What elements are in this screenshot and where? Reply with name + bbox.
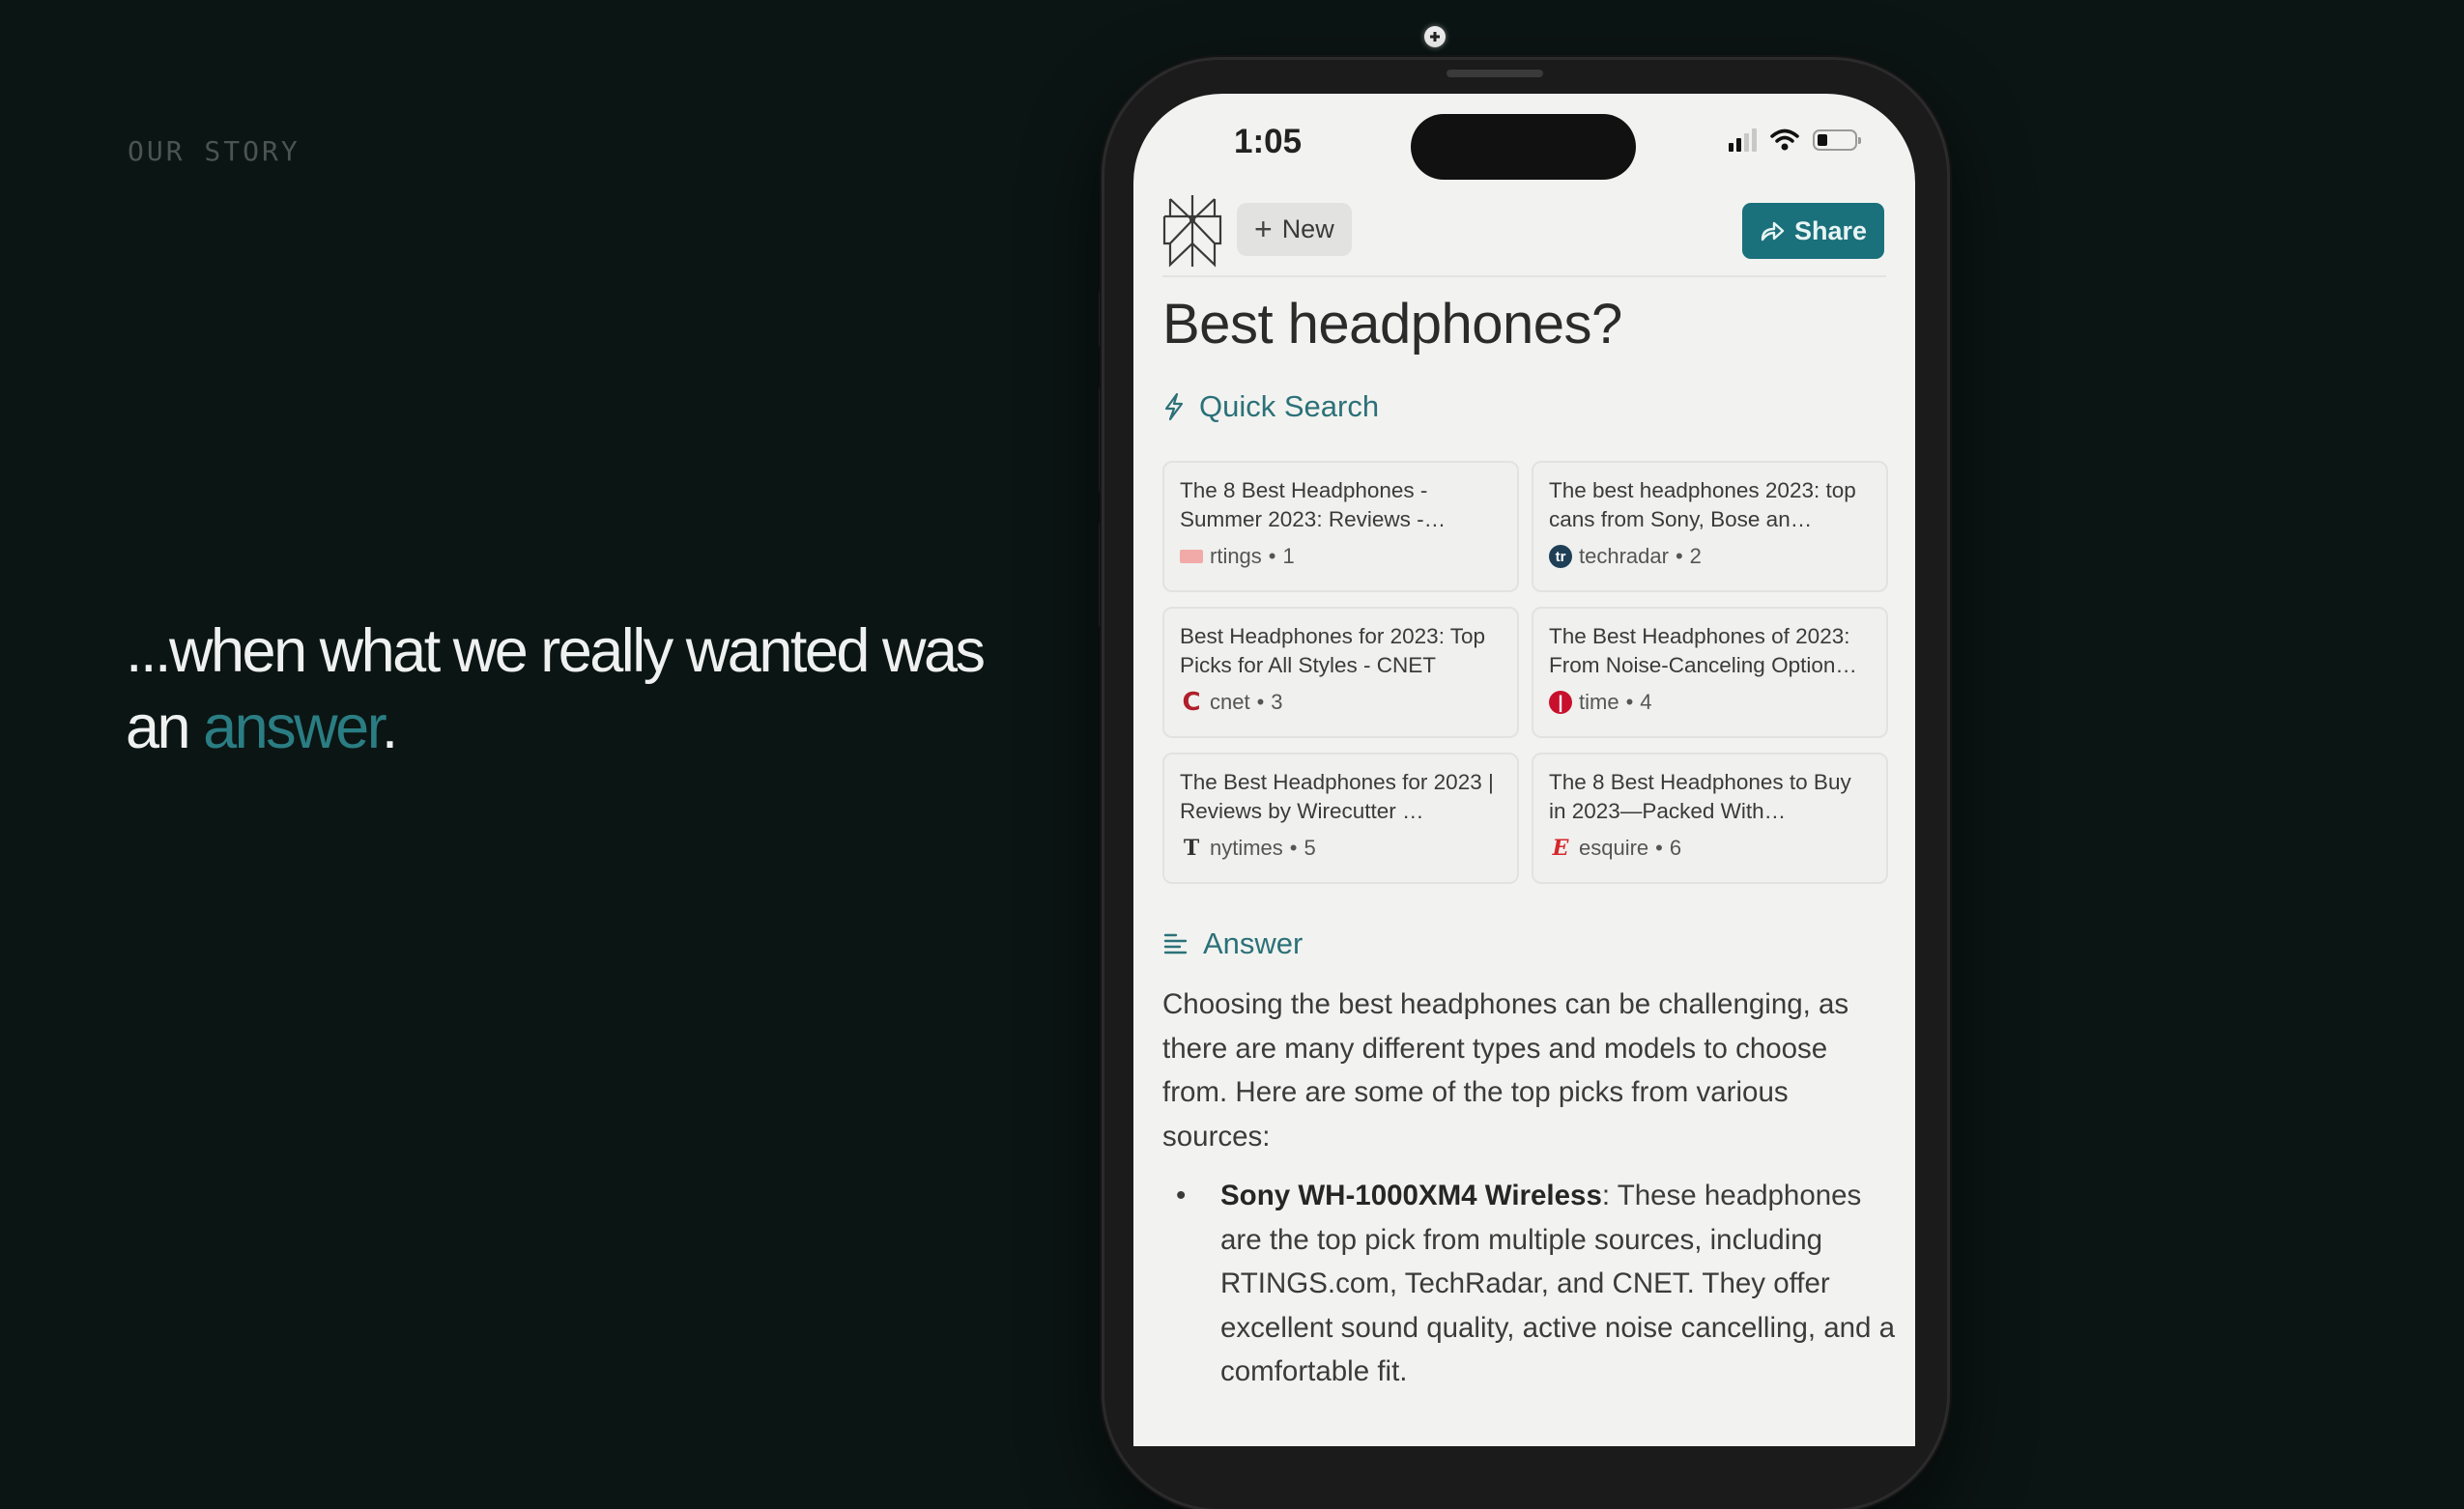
separator-dot: •	[1625, 690, 1634, 714]
techradar-favicon-icon: tr	[1549, 545, 1572, 568]
search-result-card[interactable]: The Best Headphones for 2023 | Reviews b…	[1162, 753, 1519, 884]
text-lines-icon	[1163, 933, 1188, 954]
source-index: 2	[1689, 544, 1702, 568]
search-result-card[interactable]: The 8 Best Headphones - Summer 2023: Rev…	[1162, 461, 1519, 592]
perplexity-logo-icon[interactable]	[1162, 193, 1222, 269]
separator-dot: •	[1256, 690, 1265, 714]
source-name: rtings	[1210, 544, 1262, 568]
time-favicon-icon: |	[1549, 691, 1572, 714]
result-title: The best headphones 2023: top cans from …	[1549, 478, 1856, 531]
esquire-favicon-icon: E	[1552, 836, 1569, 861]
headline-period: .	[381, 694, 399, 761]
source-index: 5	[1304, 836, 1316, 860]
search-result-card[interactable]: Best Headphones for 2023: Top Picks for …	[1162, 607, 1519, 738]
slide-headline: ...when what we really wanted was an ans…	[126, 613, 995, 766]
quick-search-label: Quick Search	[1199, 389, 1380, 423]
lightning-icon	[1164, 392, 1184, 421]
separator-dot: •	[1655, 836, 1663, 860]
dynamic-island	[1411, 114, 1636, 180]
result-source: tr techradar • 2	[1549, 544, 1871, 569]
header-divider	[1162, 275, 1886, 277]
source-index: 6	[1669, 836, 1682, 860]
result-source: C cnet • 3	[1180, 688, 1502, 717]
result-title: The 8 Best Headphones to Buy in 2023—Pac…	[1549, 770, 1851, 823]
wifi-icon	[1770, 128, 1799, 151]
new-thread-button[interactable]: + New	[1237, 203, 1352, 256]
answer-header: Answer	[1162, 926, 1303, 961]
separator-dot: •	[1675, 544, 1683, 568]
new-button-label: New	[1281, 214, 1334, 243]
share-arrow-icon	[1761, 221, 1785, 242]
search-result-card[interactable]: The best headphones 2023: top cans from …	[1532, 461, 1888, 592]
answer-list-item: • Sony WH-1000XM4 Wireless: These headph…	[1162, 1174, 1897, 1394]
source-index: 4	[1640, 690, 1652, 714]
result-title: The 8 Best Headphones - Summer 2023: Rev…	[1180, 478, 1447, 531]
answer-intro: Choosing the best headphones can be chal…	[1162, 988, 1849, 1153]
answer-item-title: Sony WH-1000XM4 Wireless	[1220, 1180, 1602, 1211]
result-title: The Best Headphones of 2023: From Noise-…	[1549, 624, 1857, 677]
search-result-card[interactable]: The 8 Best Headphones to Buy in 2023—Pac…	[1532, 753, 1888, 884]
result-source: T nytimes • 5	[1180, 836, 1502, 861]
query-title: Best headphones?	[1162, 293, 1622, 356]
slide-eyebrow: OUR STORY	[128, 135, 301, 167]
result-title: Best Headphones for 2023: Top Picks for …	[1180, 624, 1486, 677]
separator-dot: •	[1289, 836, 1298, 860]
source-name: cnet	[1210, 690, 1250, 714]
quick-search-header: Quick Search	[1162, 389, 1379, 424]
plus-icon: +	[1254, 212, 1273, 246]
result-source: rtings • 1	[1180, 544, 1502, 569]
source-index: 1	[1282, 544, 1295, 568]
phone-screen: 1:05 + New Share Best headphones? Quick …	[1133, 94, 1915, 1446]
nytimes-favicon-icon: T	[1183, 836, 1200, 861]
answer-label: Answer	[1203, 926, 1304, 960]
cellular-signal-icon	[1729, 128, 1757, 152]
status-time: 1:05	[1234, 123, 1303, 160]
share-button-label: Share	[1793, 215, 1867, 245]
result-source: E esquire • 6	[1549, 836, 1871, 861]
headline-accent-word: answer	[203, 694, 384, 761]
source-index: 3	[1271, 690, 1283, 714]
source-name: nytimes	[1210, 836, 1283, 860]
rtings-favicon-icon	[1180, 550, 1203, 563]
source-name: techradar	[1579, 544, 1669, 568]
source-name: time	[1579, 690, 1619, 714]
separator-dot: •	[1268, 544, 1276, 568]
share-button[interactable]: Share	[1741, 203, 1884, 259]
status-icons	[1729, 128, 1861, 152]
cnet-favicon-icon: C	[1182, 688, 1201, 717]
answer-list: • Sony WH-1000XM4 Wireless: These headph…	[1162, 1174, 1897, 1394]
cursor-crosshair-icon	[1424, 26, 1446, 47]
battery-icon	[1813, 129, 1861, 151]
bullet: •	[1176, 1180, 1187, 1211]
result-source: | time • 4	[1549, 690, 1871, 715]
source-name: esquire	[1579, 836, 1649, 860]
search-results-grid: The 8 Best Headphones - Summer 2023: Rev…	[1162, 461, 1888, 884]
result-title: The Best Headphones for 2023 | Reviews b…	[1180, 770, 1494, 823]
search-result-card[interactable]: The Best Headphones of 2023: From Noise-…	[1532, 607, 1888, 738]
phone-speaker	[1447, 70, 1543, 77]
